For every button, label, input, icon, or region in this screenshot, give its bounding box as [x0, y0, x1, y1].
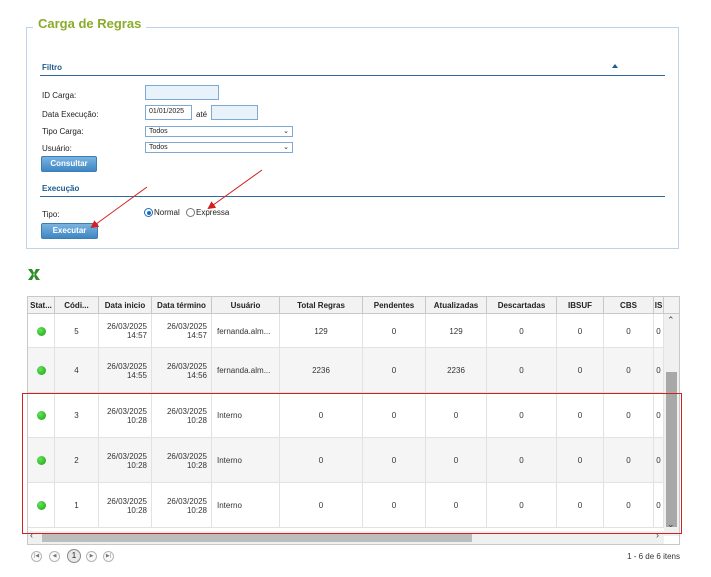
- column-header[interactable]: Data término: [152, 297, 212, 314]
- execucao-divider: [40, 196, 665, 197]
- carga-regras-panel: [26, 27, 679, 249]
- horizontal-scroll-thumb[interactable]: [42, 534, 472, 542]
- tipo-carga-select[interactable]: Todos ⌄: [145, 126, 293, 137]
- column-header[interactable]: Stat...: [28, 297, 55, 314]
- id-carga-input[interactable]: [145, 85, 219, 100]
- column-header[interactable]: Descartadas: [487, 297, 557, 314]
- descartadas-cell: 0: [487, 314, 557, 348]
- codigo-cell: 5: [55, 314, 99, 348]
- usuario-cell: fernanda.alm...: [212, 314, 280, 348]
- tipo-carga-selected: Todos: [149, 128, 168, 135]
- atualizadas-cell: 129: [426, 314, 487, 348]
- column-header[interactable]: IBSUF: [557, 297, 604, 314]
- data-inicio-cell: 26/03/2025 14:55: [99, 348, 152, 393]
- ibsuf-cell: 0: [557, 314, 604, 348]
- pendentes-cell: 0: [363, 348, 426, 393]
- radio-expressa[interactable]: Expressa: [186, 208, 229, 217]
- column-header[interactable]: CBS: [604, 297, 654, 314]
- consultar-button[interactable]: Consultar: [41, 156, 97, 172]
- radio-expressa-label: Expressa: [196, 208, 230, 217]
- execucao-section-title: Execução: [42, 184, 80, 193]
- total-regras-cell: 129: [280, 314, 363, 348]
- table-row[interactable]: 4 26/03/2025 14:55 26/03/2025 14:56 fernand…: [28, 348, 664, 393]
- last-page-icon[interactable]: ▶|: [103, 551, 114, 562]
- column-header[interactable]: Usuário: [212, 297, 280, 314]
- cbs-cell: 0: [604, 348, 654, 393]
- status-cell: [28, 314, 55, 348]
- data-termino-cell: 26/03/2025 14:56: [152, 348, 212, 393]
- usuario-cell: fernanda.alm...: [212, 348, 280, 393]
- usuario-select[interactable]: Todos ⌄: [145, 142, 293, 153]
- data-execucao-label: Data Execução:: [42, 110, 99, 119]
- column-header[interactable]: Códi...: [55, 297, 99, 314]
- is-cell: 0: [654, 348, 664, 393]
- tipo-radio-group: Normal Expressa: [144, 208, 229, 217]
- descartadas-cell: 0: [487, 348, 557, 393]
- filtro-section-title: Filtro: [42, 63, 62, 72]
- atualizadas-cell: 2236: [426, 348, 487, 393]
- chevron-down-icon: ⌄: [283, 128, 289, 135]
- pendentes-cell: 0: [363, 314, 426, 348]
- data-fim-input[interactable]: [211, 105, 258, 120]
- radio-normal-label: Normal: [154, 208, 180, 217]
- next-page-icon[interactable]: ▶: [86, 551, 97, 562]
- highlight-box: [22, 393, 682, 534]
- filtro-divider: [40, 75, 665, 76]
- column-header[interactable]: Pendentes: [363, 297, 426, 314]
- usuario-selected: Todos: [149, 144, 168, 151]
- current-page-button[interactable]: 1: [67, 549, 81, 563]
- radio-normal[interactable]: Normal: [144, 208, 180, 217]
- cbs-cell: 0: [604, 314, 654, 348]
- status-cell: [28, 348, 55, 393]
- prev-page-icon[interactable]: ◀: [49, 551, 60, 562]
- tipo-carga-label: Tipo Carga:: [42, 127, 84, 136]
- status-ok-icon: [36, 366, 46, 375]
- status-ok-icon: [36, 326, 46, 336]
- column-header[interactable]: Total Regras: [280, 297, 363, 314]
- radio-unselected-icon: [186, 208, 196, 217]
- grid-pager: |◀ ◀ 1 ▶ ▶| 1 - 6 de 6 itens: [27, 545, 680, 569]
- column-header[interactable]: Data inicio: [99, 297, 152, 314]
- scroll-up-icon[interactable]: ⌃: [667, 315, 675, 326]
- panel-title: Carga de Regras: [33, 16, 147, 31]
- column-header[interactable]: Atualizadas: [426, 297, 487, 314]
- ibsuf-cell: 0: [557, 348, 604, 393]
- data-termino-cell: 26/03/2025 14:57: [152, 314, 212, 348]
- radio-selected-icon: [144, 208, 153, 217]
- grid-header: Stat... Códi... Data inicio Data término Usu…: [28, 297, 679, 314]
- tipo-label: Tipo:: [42, 210, 60, 219]
- is-cell: 0: [654, 314, 664, 348]
- total-regras-cell: 2236: [280, 348, 363, 393]
- collapse-up-icon[interactable]: [612, 64, 618, 68]
- chevron-down-icon: ⌄: [283, 144, 289, 151]
- column-header[interactable]: IS: [654, 297, 664, 314]
- first-page-icon[interactable]: |◀: [31, 551, 42, 562]
- pager-info: 1 - 6 de 6 itens: [627, 552, 680, 561]
- data-inicio-input[interactable]: 01/01/2025: [145, 105, 192, 120]
- table-row[interactable]: 5 26/03/2025 14:57 26/03/2025 14:57 fernand…: [28, 314, 664, 348]
- executar-button[interactable]: Executar: [41, 223, 98, 239]
- codigo-cell: 4: [55, 348, 99, 393]
- ate-label: até: [196, 110, 208, 119]
- usuario-label: Usuário:: [42, 144, 72, 153]
- data-inicio-cell: 26/03/2025 14:57: [99, 314, 152, 348]
- excel-export-icon[interactable]: [27, 268, 41, 281]
- id-carga-label: ID Carga:: [42, 91, 77, 100]
